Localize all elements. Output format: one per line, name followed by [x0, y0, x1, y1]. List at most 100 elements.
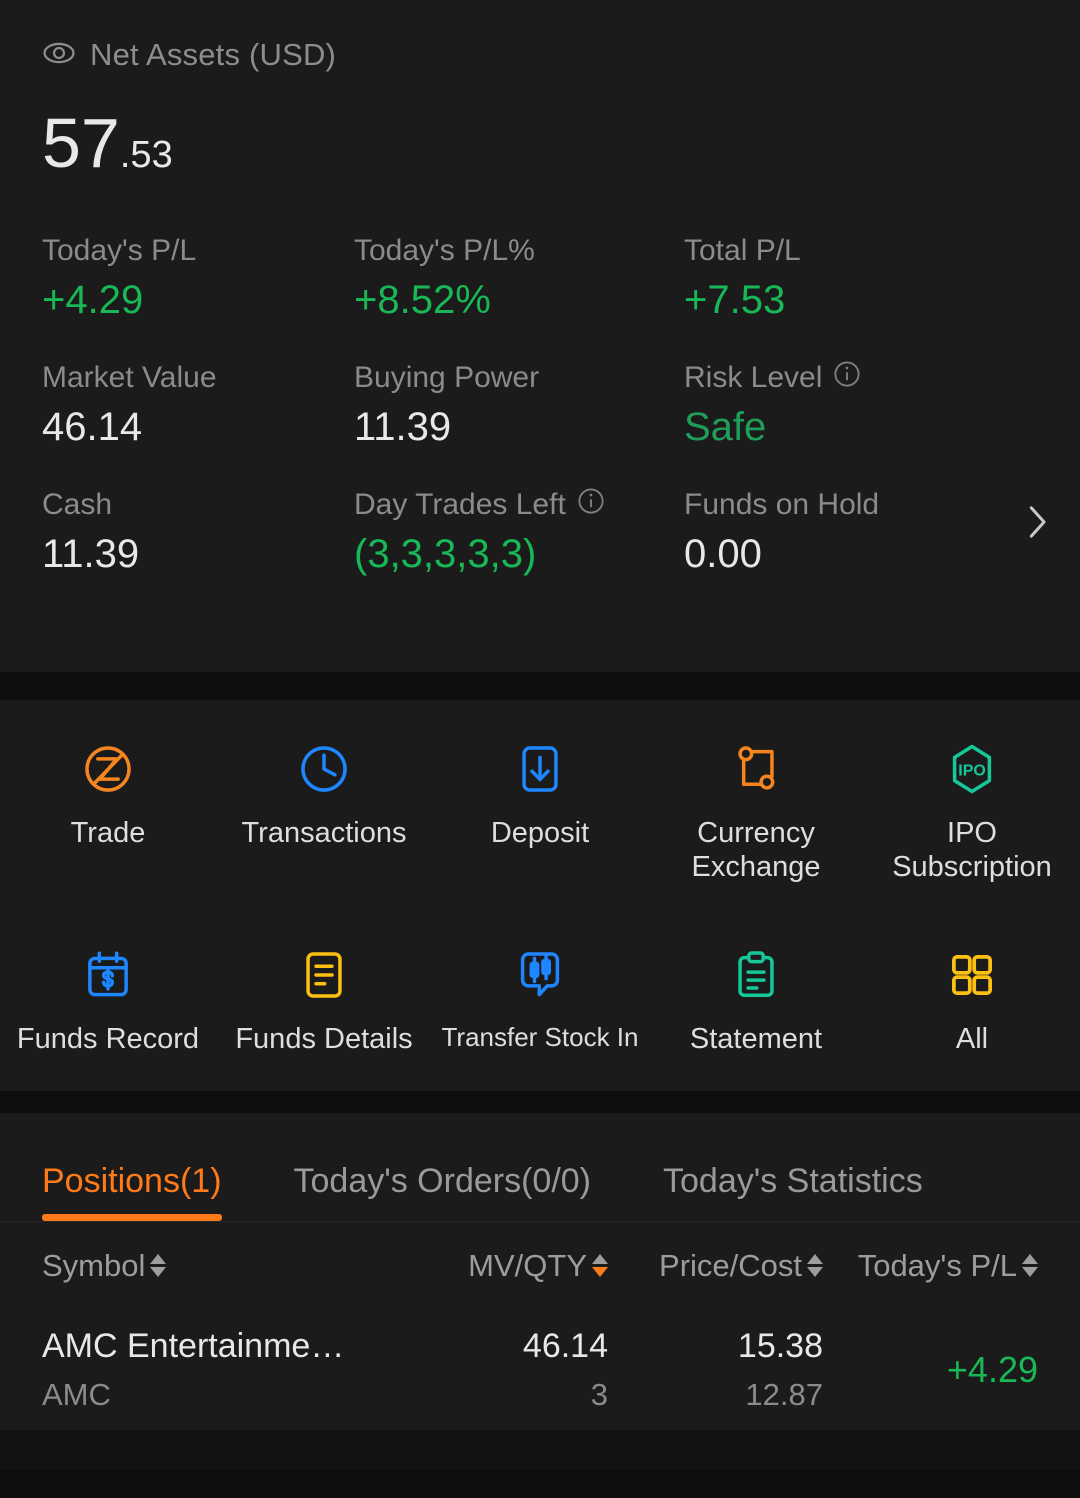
shortcut-label: Statement [689, 1023, 823, 1056]
positions-table-header: Symbol MV/QTY Price/Cost Today's P/L [42, 1222, 1038, 1310]
sort-desc-arrow-icon [1022, 1267, 1038, 1278]
column-header-label: Symbol [42, 1247, 146, 1283]
sort-desc-arrow-icon [592, 1267, 608, 1278]
clipboard-icon [727, 944, 785, 1006]
stat-label-text: Total P/L [684, 234, 801, 267]
shortcut-trade[interactable]: Trade [0, 724, 216, 884]
stat-label: Cash [42, 486, 354, 524]
stat-day-trades-left: Day Trades Left (3,3,3,3,3) [354, 486, 684, 582]
shortcut-transfer-stock-in[interactable]: Transfer Stock In [432, 930, 648, 1056]
info-icon[interactable] [576, 486, 606, 524]
svg-text:IPO: IPO [958, 763, 985, 780]
tab-todays-orders[interactable]: Today's Orders(0/0) [294, 1162, 591, 1221]
stat-buying-power: Buying Power 11.39 [354, 359, 684, 455]
column-header-price-cost[interactable]: Price/Cost [608, 1248, 823, 1284]
position-mv-qty-cell: 46.14 3 [398, 1325, 608, 1414]
stat-label-text: Today's P/L% [354, 234, 535, 267]
shortcut-deposit[interactable]: Deposit [432, 724, 648, 884]
shortcut-funds-record[interactable]: Funds Record [0, 930, 216, 1056]
sort-asc-arrow-icon [150, 1254, 167, 1265]
candlestick-bubble-icon [511, 944, 569, 1006]
shortcut-label: Transfer Stock In [441, 1022, 639, 1053]
tab-positions[interactable]: Positions(1) [42, 1162, 222, 1221]
stat-total-pl: Total P/L +7.53 [684, 232, 1038, 328]
stat-value: 0.00 [684, 532, 762, 576]
trade-icon [79, 738, 137, 800]
position-symbol-cell: AMC Entertainme… AMC [42, 1325, 398, 1414]
column-header-label: MV/QTY [468, 1247, 587, 1283]
stat-label-text: Cash [42, 488, 113, 521]
column-header-label: Price/Cost [659, 1247, 802, 1283]
position-ticker: AMC [42, 1376, 111, 1412]
shortcut-funds-details[interactable]: Funds Details [216, 930, 432, 1056]
sort-asc-arrow-icon [1022, 1254, 1038, 1265]
tab-todays-statistics[interactable]: Today's Statistics [663, 1162, 923, 1221]
shortcut-statement[interactable]: Statement [648, 930, 864, 1056]
column-header-mv-qty[interactable]: MV/QTY [398, 1248, 608, 1284]
net-assets-value: 57.53 [42, 108, 1038, 178]
shortcut-label: Currency Exchange [691, 817, 821, 884]
eye-icon[interactable] [42, 36, 76, 75]
shortcut-label: Funds Details [235, 1023, 413, 1056]
stat-value: 11.39 [354, 405, 452, 449]
position-cost: 12.87 [745, 1376, 823, 1412]
sort-toggle-mv-qty[interactable] [592, 1254, 608, 1278]
stat-value: 11.39 [42, 532, 140, 576]
position-company-name: AMC Entertainme… [42, 1327, 345, 1366]
position-todays-pl: +4.29 [946, 1348, 1038, 1390]
section-divider-top [0, 672, 1080, 700]
stat-risk-level: Risk Level Safe [684, 359, 1038, 455]
stat-label-text: Risk Level [684, 361, 823, 394]
ipo-hexagon-icon: IPO [943, 738, 1001, 800]
chevron-right-icon[interactable] [1020, 495, 1054, 554]
shortcut-label: Deposit [490, 817, 590, 849]
stat-value: (3,3,3,3,3) [354, 532, 537, 576]
stat-label-text: Market Value [42, 361, 217, 394]
shortcut-label: Funds Record [16, 1023, 200, 1056]
account-summary-card: Net Assets (USD) 57.53 Today's P/L +4.29… [0, 0, 1080, 672]
sort-desc-arrow-icon [150, 1267, 167, 1278]
shortcut-label: All [955, 1023, 989, 1056]
stat-value: +8.52% [354, 278, 491, 322]
stat-label: Buying Power [354, 359, 684, 397]
net-assets-whole: 57 [42, 104, 120, 182]
column-header-todays-pl[interactable]: Today's P/L [823, 1248, 1038, 1284]
sort-asc-arrow-icon [807, 1254, 823, 1265]
shortcut-ipo-subscription[interactable]: IPO IPO Subscription [864, 724, 1080, 884]
currency-exchange-icon [727, 738, 785, 800]
table-row[interactable]: AMC Entertainme… AMC 46.14 3 15.38 12.87… [42, 1310, 1038, 1430]
positions-tabs: Positions(1) Today's Orders(0/0) Today's… [0, 1113, 1080, 1221]
sort-desc-arrow-icon [807, 1267, 823, 1278]
shortcut-label: IPO Subscription [892, 817, 1052, 884]
shortcut-grid: Trade Transactions Deposit Currency Exch… [0, 700, 1080, 1091]
position-price: 15.38 [737, 1327, 823, 1366]
stat-label: Today's P/L [42, 232, 354, 270]
position-price-cost-cell: 15.38 12.87 [608, 1325, 823, 1414]
shortcut-label: Trade [70, 817, 146, 849]
column-header-symbol[interactable]: Symbol [42, 1248, 398, 1284]
sort-toggle-price-cost[interactable] [807, 1254, 823, 1278]
shortcut-transactions[interactable]: Transactions [216, 724, 432, 884]
shortcut-row-2: Funds Record Funds Details Transfer Stoc… [0, 930, 1080, 1056]
shortcut-currency-exchange[interactable]: Currency Exchange [648, 724, 864, 884]
stat-label-text: Today's P/L [42, 234, 197, 267]
stat-funds-on-hold: Funds on Hold 0.00 [684, 486, 1038, 582]
sort-toggle-symbol[interactable] [150, 1254, 167, 1278]
net-assets-cents: .53 [119, 134, 173, 176]
stat-market-value: Market Value 46.14 [42, 359, 354, 455]
net-assets-header[interactable]: Net Assets (USD) [42, 32, 1038, 78]
shortcut-row-1: Trade Transactions Deposit Currency Exch… [0, 724, 1080, 884]
stat-label-text: Buying Power [354, 361, 540, 394]
stat-label: Total P/L [684, 232, 1038, 270]
stat-todays-pl: Today's P/L +4.29 [42, 232, 354, 328]
document-lines-icon [295, 944, 353, 1006]
account-overview-screen: Net Assets (USD) 57.53 Today's P/L +4.29… [0, 0, 1080, 1498]
stat-value: +4.29 [42, 278, 144, 322]
sort-toggle-todays-pl[interactable] [1022, 1254, 1038, 1278]
positions-table: Symbol MV/QTY Price/Cost Today's P/L AMC… [0, 1221, 1080, 1430]
stat-label: Funds on Hold [684, 486, 1038, 524]
sort-asc-arrow-icon [592, 1254, 608, 1265]
shortcut-all[interactable]: All [864, 930, 1080, 1056]
stat-label: Risk Level [684, 359, 1038, 397]
info-icon[interactable] [832, 359, 862, 397]
